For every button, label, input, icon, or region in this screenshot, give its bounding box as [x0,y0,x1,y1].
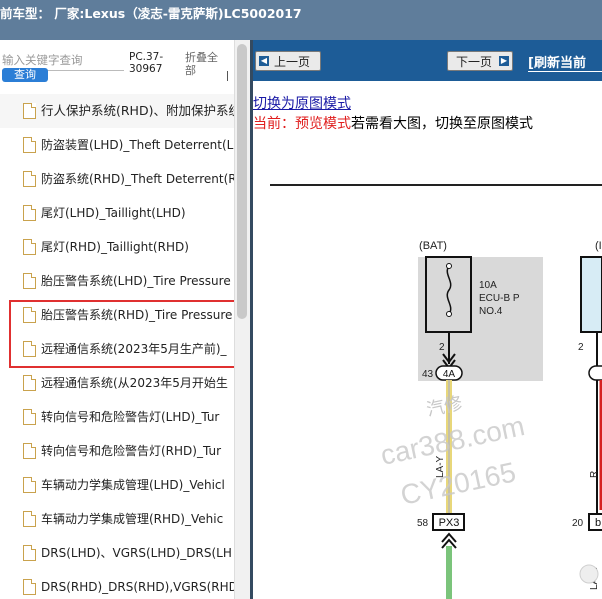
catalog-code: PC.37-30967 [129,51,164,75]
fold-all-link[interactable]: 折叠全部 [185,51,223,77]
tree-item[interactable]: DRS(RHD)_DRS(RHD),VGRS(RHD [0,570,234,599]
document-icon [23,137,36,153]
tree-item-label: 尾灯(RHD)_Taillight(RHD) [41,240,189,254]
arrow-left-icon: ◀ [259,56,269,66]
arrow-right-icon: ▶ [499,56,509,66]
bat-label: (BAT) [419,240,447,252]
tree-item-label: 车辆动力学集成管理(RHD)_Vehic [41,512,224,526]
fuse-amp: 10A [479,280,497,291]
tree-item-label: 胎压警告系统(LHD)_Tire Pressure [41,274,231,288]
tree-item[interactable]: 尾灯(LHD)_Taillight(LHD) [0,196,234,230]
pin-label: 20 [572,518,584,529]
pin-label: 2 [439,342,445,353]
pin-label: 2 [578,342,584,353]
tree-item[interactable]: 行人保护系统(RHD)、附加保护系统 [0,94,234,128]
watermark: 汽修 [425,393,465,421]
tree-item[interactable]: 远程通信系统(从2023年5月开始生 [0,366,234,400]
fuse-shade [418,257,543,381]
diagram-top-rule [270,184,602,186]
document-icon [23,205,36,221]
fuse-terminal [446,263,452,269]
tree-item-label: 行人保护系统(RHD)、附加保护系统 [41,103,234,118]
tree-item-label: 转向信号和危险警告灯(LHD)_Tur [41,410,220,424]
ig-label: (I [595,240,602,252]
fuse-terminal [446,311,452,317]
connector-4a-label: 4A [443,369,456,380]
tree-item-label: 远程通信系统(从2023年5月开始生 [41,376,228,390]
document-icon [23,239,36,255]
sidebar: 输入关键字查询 查询 PC.37-30967 折叠全部 行人保护系统(RHD)、… [0,40,250,599]
connector-b-label: b [595,517,601,529]
current-mode-label: 当前：预览模式 [253,116,351,132]
document-icon [23,511,36,527]
tree-item[interactable]: 尾灯(RHD)_Taillight(RHD) [0,230,234,264]
title-bar: 前车型： 厂家:Lexus（凌志-雷克萨斯)LC5002017 [0,0,602,40]
document-icon [23,545,36,561]
connector-px3-label: PX3 [439,517,460,529]
document-icon [23,477,36,493]
fuse-number: NO.4 [479,306,503,317]
vehicle-title: 前车型： 厂家:Lexus（凌志-雷克萨斯)LC5002017 [0,6,302,21]
document-icon [23,273,36,289]
tree-item-label: 尾灯(LHD)_Taillight(LHD) [41,206,186,220]
pin-label: 43 [422,369,434,380]
connector-ig [588,365,602,381]
viewer-pane: ◀ 上一页 下一页 ▶ [刷新当前 切换为原图模式 当前：预览模式若需看大图，切… [253,40,602,599]
tree-item[interactable]: 防盗装置(LHD)_Theft Deterrent(LH [0,128,234,162]
tree-item-label: 车辆动力学集成管理(LHD)_Vehicl [41,478,225,492]
document-icon [23,409,36,425]
prev-page-button[interactable]: ◀ 上一页 [255,51,321,71]
tree-item-label: 防盗系统(RHD)_Theft Deterrent(RH [41,172,234,186]
separator [227,71,228,81]
switch-original-link[interactable]: 切换为原图模式 [253,93,351,113]
tree-item[interactable]: DRS(LHD)、VGRS(LHD)_DRS(LH [0,536,234,570]
next-page-label: 下一页 [456,55,493,69]
viewer-toolbar: ◀ 上一页 下一页 ▶ [刷新当前 [253,40,602,81]
fuse-box-ig [580,256,602,333]
search-button[interactable]: 查询 [2,68,48,82]
document-icon [23,443,36,459]
prev-page-label: 上一页 [274,55,311,69]
tree-item-label: DRS(RHD)_DRS(RHD),VGRS(RHD [41,580,234,594]
tree-item[interactable]: 胎压警告系统(LHD)_Tire Pressure [0,264,234,298]
zoom-handle[interactable] [579,564,599,584]
wiring-diagram: (BAT) (I 10A ECU-B P NO.4 2 4A 43 LA-Y P… [378,240,602,599]
document-icon [23,103,36,119]
tree-item[interactable]: 车辆动力学集成管理(RHD)_Vehic [0,502,234,536]
tree-item-label: 防盗装置(LHD)_Theft Deterrent(LH [41,138,234,152]
wire-label: R [589,471,600,478]
selection-highlight-box [9,300,236,368]
refresh-link[interactable]: [刷新当前 [528,52,586,71]
tree-item-label: DRS(LHD)、VGRS(LHD)_DRS(LH [41,546,232,560]
search-input[interactable]: 输入关键字查询 [2,52,124,68]
next-page-button[interactable]: 下一页 ▶ [447,51,513,71]
tree-item[interactable]: 车辆动力学集成管理(LHD)_Vehicl [0,468,234,502]
document-icon [23,375,36,391]
current-mode-hint: 若需看大图，切换至原图模式 [351,116,533,132]
scrollbar-thumb[interactable] [237,44,247,319]
document-icon [23,579,36,595]
current-mode-text: 当前：预览模式若需看大图，切换至原图模式 [253,113,533,133]
tree-item-label: 转向信号和危险警告灯(RHD)_Tur [41,444,222,458]
refresh-underline [528,71,602,72]
tree-item[interactable]: 防盗系统(RHD)_Theft Deterrent(RH [0,162,234,196]
tree-item[interactable]: 转向信号和危险警告灯(RHD)_Tur [0,434,234,468]
document-icon [23,171,36,187]
pin-label: 58 [417,518,429,529]
watermark: CY20165 [398,456,519,511]
tree-item[interactable]: 转向信号和危险警告灯(LHD)_Tur [0,400,234,434]
fuse-name: ECU-B P [479,293,520,304]
